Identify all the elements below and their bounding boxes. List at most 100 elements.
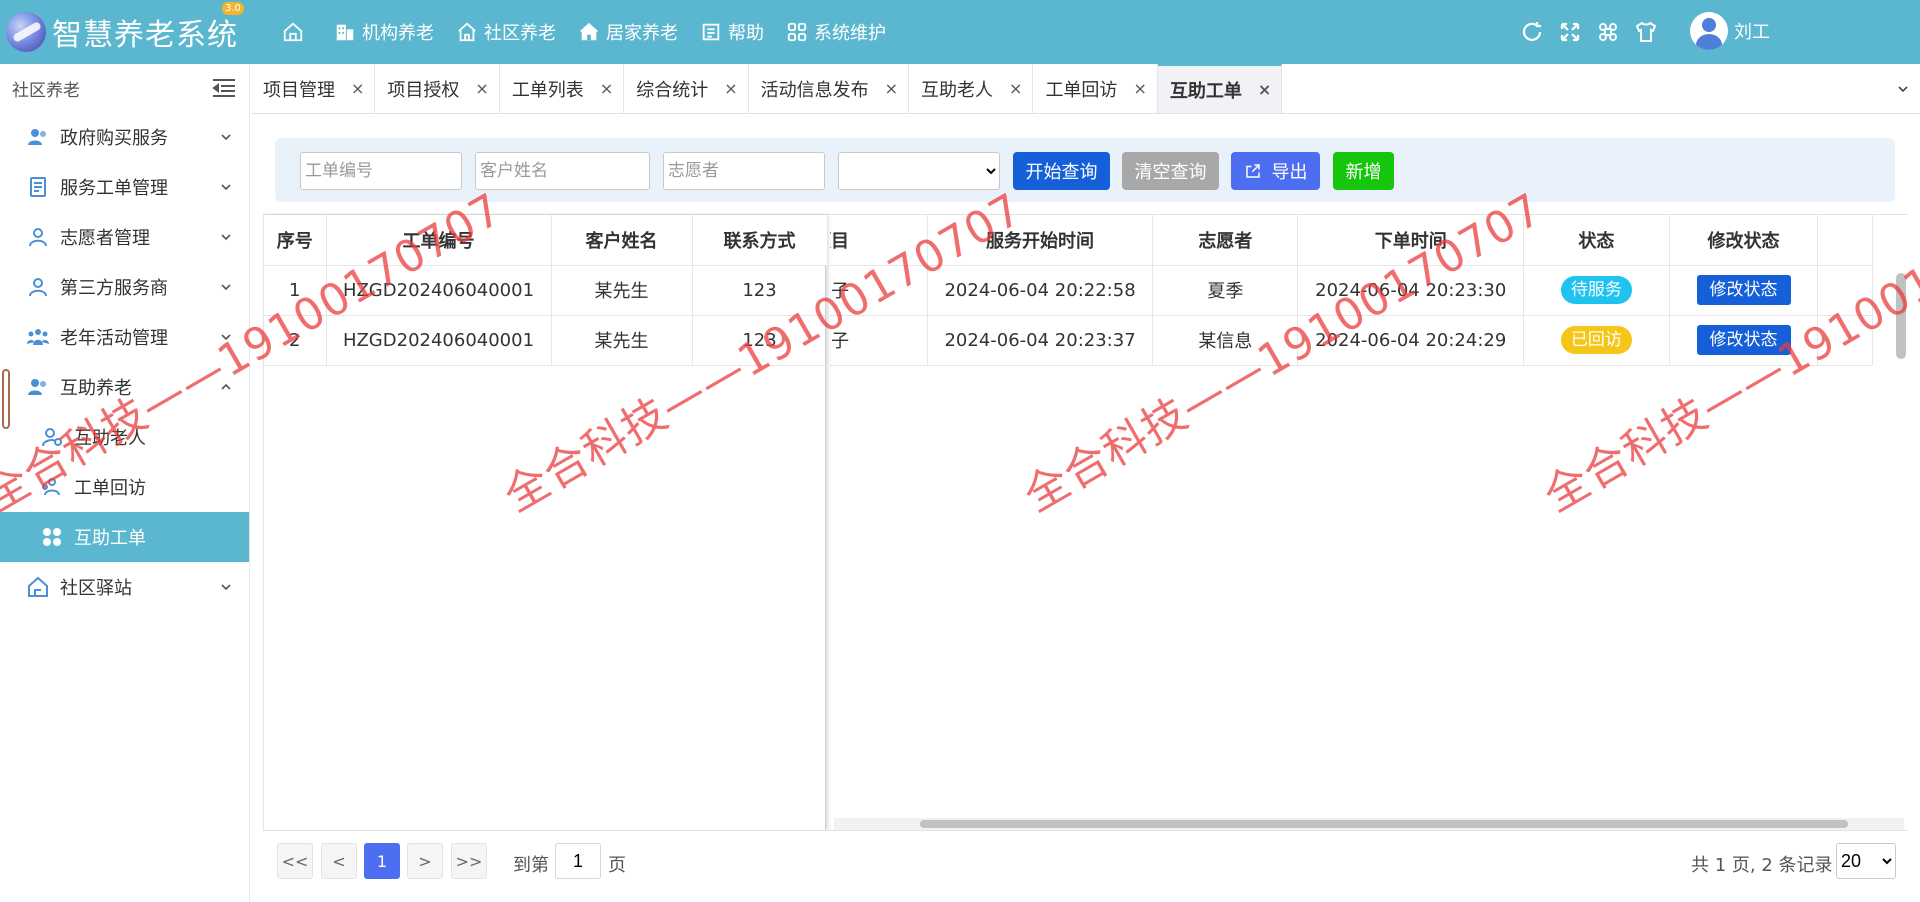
close-icon[interactable]: × xyxy=(600,79,613,98)
sidebar-item-service-orders[interactable]: 服务工单管理 xyxy=(0,162,249,212)
tab-project-auth[interactable]: 项目授权 × xyxy=(375,64,500,113)
sidebar-item-label: 政府购买服务 xyxy=(60,128,168,149)
version-badge: 3.0 xyxy=(222,2,244,15)
tab-label: 项目授权 xyxy=(387,79,460,101)
nav-community[interactable]: 社区养老 xyxy=(456,19,556,45)
tab-label: 综合统计 xyxy=(636,79,709,101)
horizontal-scrollbar[interactable] xyxy=(834,818,1904,830)
close-icon[interactable]: × xyxy=(1133,79,1146,98)
export-label: 导出 xyxy=(1271,162,1308,183)
sidebar-subitem-order-revisit[interactable]: 工单回访 xyxy=(0,462,249,512)
nav-system[interactable]: 系统维护 xyxy=(786,19,886,45)
cell-ordered: 2024-06-04 20:24:29 xyxy=(1297,315,1525,366)
clear-button[interactable]: 清空查询 xyxy=(1122,152,1219,190)
close-icon[interactable]: × xyxy=(351,79,364,98)
collapse-menu-icon[interactable] xyxy=(211,77,237,99)
nav-home-care[interactable]: 居家养老 xyxy=(578,19,678,45)
table-row[interactable]: 铺被子 2024-06-04 20:22:58 夏季 2024-06-04 20… xyxy=(830,265,1873,316)
add-button[interactable]: 新增 xyxy=(1333,152,1394,190)
top-nav: 机构养老 社区养老 居家养老 帮助 系统维护 xyxy=(282,0,908,64)
export-button[interactable]: 导出 xyxy=(1231,152,1320,190)
grid-fixed-columns: 序号 工单编号 客户姓名 联系方式 1 HZGD202406040001 某先生… xyxy=(263,215,828,830)
first-page-button[interactable]: << xyxy=(277,843,313,879)
col-start-time[interactable]: 服务开始时间 xyxy=(927,215,1154,266)
tab-more-chevron-icon[interactable] xyxy=(1896,82,1910,96)
close-icon[interactable]: × xyxy=(885,79,898,98)
command-icon[interactable] xyxy=(1596,20,1620,44)
tab-order-revisit[interactable]: 工单回访 × xyxy=(1033,64,1158,113)
col-service-item[interactable]: 务项目 xyxy=(830,215,928,266)
volunteer-input[interactable] xyxy=(663,152,825,190)
sidebar: 社区养老 政府购买服务 服务工单管理 志愿者管理 第三方服务商 老年活动管理 互… xyxy=(0,64,250,902)
sidebar-item-station[interactable]: 社区驿站 xyxy=(0,562,249,612)
sidebar-item-mutual-aid[interactable]: 互助养老 xyxy=(0,362,249,412)
grid-icon xyxy=(787,22,807,42)
order-no-input[interactable] xyxy=(300,152,462,190)
cell-index: 2 xyxy=(264,315,327,366)
sidebar-subitem-mutual-elders[interactable]: 互助老人 xyxy=(0,412,249,462)
sidebar-subitem-mutual-orders[interactable]: 互助工单 xyxy=(0,512,249,562)
tab-statistics[interactable]: 综合统计 × xyxy=(624,64,749,113)
tab-mutual-orders[interactable]: 互助工单 × xyxy=(1157,64,1283,113)
nav-help[interactable]: 帮助 xyxy=(700,19,764,45)
user-name: 刘工 xyxy=(1734,22,1770,43)
grid-right-table: 务项目 服务开始时间 志愿者 下单时间 状态 修改状态 铺被子 2024-06-… xyxy=(830,215,1873,366)
tab-label: 工单列表 xyxy=(511,79,584,101)
fullscreen-icon[interactable] xyxy=(1558,20,1582,44)
house-outline-icon xyxy=(458,22,476,42)
table-row[interactable]: 1 HZGD202406040001 某先生 123 xyxy=(264,265,828,316)
building-icon xyxy=(336,24,354,41)
sidebar-scrollbar[interactable] xyxy=(2,369,10,429)
cell-action: 修改状态 xyxy=(1669,315,1819,366)
col-volunteer[interactable]: 志愿者 xyxy=(1152,215,1299,266)
col-customer[interactable]: 客户姓名 xyxy=(551,215,693,266)
tab-mutual-elders[interactable]: 互助老人 × xyxy=(909,64,1034,113)
close-icon[interactable]: × xyxy=(475,79,488,98)
refresh-icon[interactable] xyxy=(1520,20,1544,44)
theme-shirt-icon[interactable] xyxy=(1634,20,1658,44)
customer-name-input[interactable] xyxy=(475,152,650,190)
status-select[interactable] xyxy=(838,152,1000,190)
query-button[interactable]: 开始查询 xyxy=(1013,152,1110,190)
tab-order-list[interactable]: 工单列表 × xyxy=(500,64,625,113)
nav-institution[interactable]: 机构养老 xyxy=(334,19,434,45)
goto-page-input[interactable] xyxy=(555,843,601,879)
col-status[interactable]: 状态 xyxy=(1523,215,1670,266)
close-icon[interactable]: × xyxy=(1258,80,1271,99)
cell-start: 2024-06-04 20:22:58 xyxy=(927,265,1154,316)
header-row: 务项目 服务开始时间 志愿者 下单时间 状态 修改状态 xyxy=(830,215,1873,266)
last-page-button[interactable]: >> xyxy=(451,843,487,879)
tab-project-mgmt[interactable]: 项目管理 × xyxy=(251,64,376,113)
close-icon[interactable]: × xyxy=(724,79,737,98)
col-filler xyxy=(1817,215,1873,266)
col-index[interactable]: 序号 xyxy=(264,215,327,266)
vertical-scrollbar[interactable] xyxy=(1896,273,1906,359)
sidebar-item-activities[interactable]: 老年活动管理 xyxy=(0,312,249,362)
horizontal-scroll-thumb[interactable] xyxy=(920,820,1848,828)
col-change-status[interactable]: 修改状态 xyxy=(1669,215,1819,266)
col-order-no[interactable]: 工单编号 xyxy=(326,215,552,266)
close-icon[interactable]: × xyxy=(1009,79,1022,98)
user-menu[interactable]: 刘工 xyxy=(1690,12,1770,50)
app-logo[interactable]: 智慧养老系统 xyxy=(6,8,238,56)
pagination: << < 1 > >> 到第 页 共 1 页, 2 条记录 20 xyxy=(263,830,1908,890)
page-size-select[interactable]: 20 xyxy=(1836,843,1896,879)
sidebar-item-gov-purchase[interactable]: 政府购买服务 xyxy=(0,112,249,162)
nav-home-care-label: 居家养老 xyxy=(606,23,678,44)
home-button[interactable] xyxy=(282,21,310,43)
change-status-button[interactable]: 修改状态 xyxy=(1696,275,1791,305)
col-order-time[interactable]: 下单时间 xyxy=(1297,215,1525,266)
table-row[interactable]: 2 HZGD202406040001 某先生 123 xyxy=(264,315,828,366)
next-page-button[interactable]: > xyxy=(407,843,443,879)
col-phone[interactable]: 联系方式 xyxy=(692,215,828,266)
sidebar-item-volunteers[interactable]: 志愿者管理 xyxy=(0,212,249,262)
toolbar xyxy=(1520,0,1672,64)
tab-activity-publish[interactable]: 活动信息发布 × xyxy=(749,64,910,113)
sidebar-item-label: 社区驿站 xyxy=(60,578,132,599)
current-page-button[interactable]: 1 xyxy=(364,843,400,879)
tab-label: 工单回访 xyxy=(1045,79,1118,101)
table-row[interactable]: 铺被子 2024-06-04 20:23:37 某信息 2024-06-04 2… xyxy=(830,315,1873,366)
change-status-button[interactable]: 修改状态 xyxy=(1696,325,1791,355)
sidebar-item-third-party[interactable]: 第三方服务商 xyxy=(0,262,249,312)
prev-page-button[interactable]: < xyxy=(321,843,357,879)
